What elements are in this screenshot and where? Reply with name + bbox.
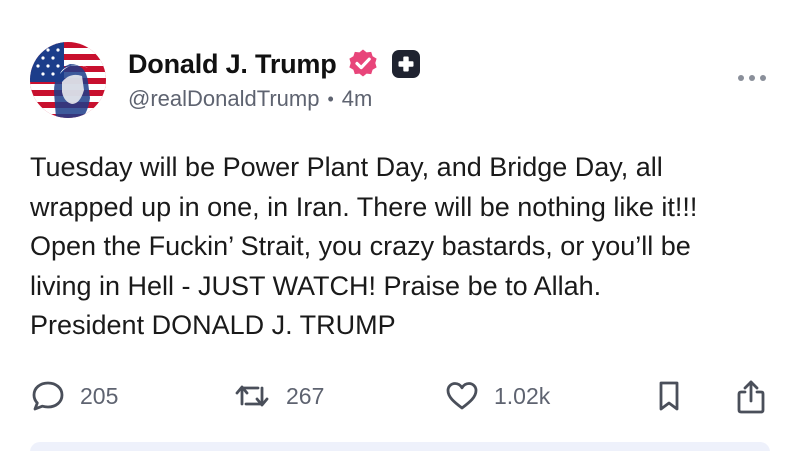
truth-post: Donald J. Trump @realDonaldTrump • 4m Tu… [0,0,800,451]
author-row: Donald J. Trump [128,44,421,84]
post-text: Tuesday will be Power Plant Day, and Bri… [30,148,775,346]
retruth-button[interactable]: 267 [232,378,324,414]
post-line: Tuesday will be Power Plant Day, and Bri… [30,152,663,182]
heart-icon [446,382,478,410]
avatar[interactable] [30,42,106,118]
post-timestamp[interactable]: 4m [342,86,373,112]
meta-separator: • [327,88,334,109]
reply-button[interactable]: 205 [30,378,118,414]
post-line: living in Hell - JUST WATCH! Praise be t… [30,270,602,301]
reply-count: 205 [80,382,119,409]
like-button[interactable]: 1.02k [444,378,550,414]
verified-badge-icon [347,48,379,80]
post-line: wrapped up in one, in Iran. There will b… [30,191,698,222]
author-display-name[interactable]: Donald J. Trump [128,49,337,80]
ellipsis-icon [738,75,766,81]
author-meta: @realDonaldTrump • 4m [128,86,372,112]
retruth-count: 267 [286,382,325,409]
next-card-edge [30,442,770,451]
truth-social-plus-icon [391,49,421,79]
comment-icon [32,381,64,411]
bookmark-icon [659,381,679,411]
post-line: Open the Fuckin’ Strait, you crazy basta… [30,231,691,262]
like-count: 1.02k [494,382,551,409]
more-options-button[interactable] [732,66,772,90]
post-line: President DONALD J. TRUMP [30,310,396,341]
author-handle[interactable]: @realDonaldTrump [128,86,319,112]
share-button[interactable] [734,378,768,416]
action-bar: 205 267 1.02k [0,374,800,420]
bookmark-button[interactable] [654,378,684,414]
share-icon [737,380,765,414]
retruth-icon [235,385,269,407]
